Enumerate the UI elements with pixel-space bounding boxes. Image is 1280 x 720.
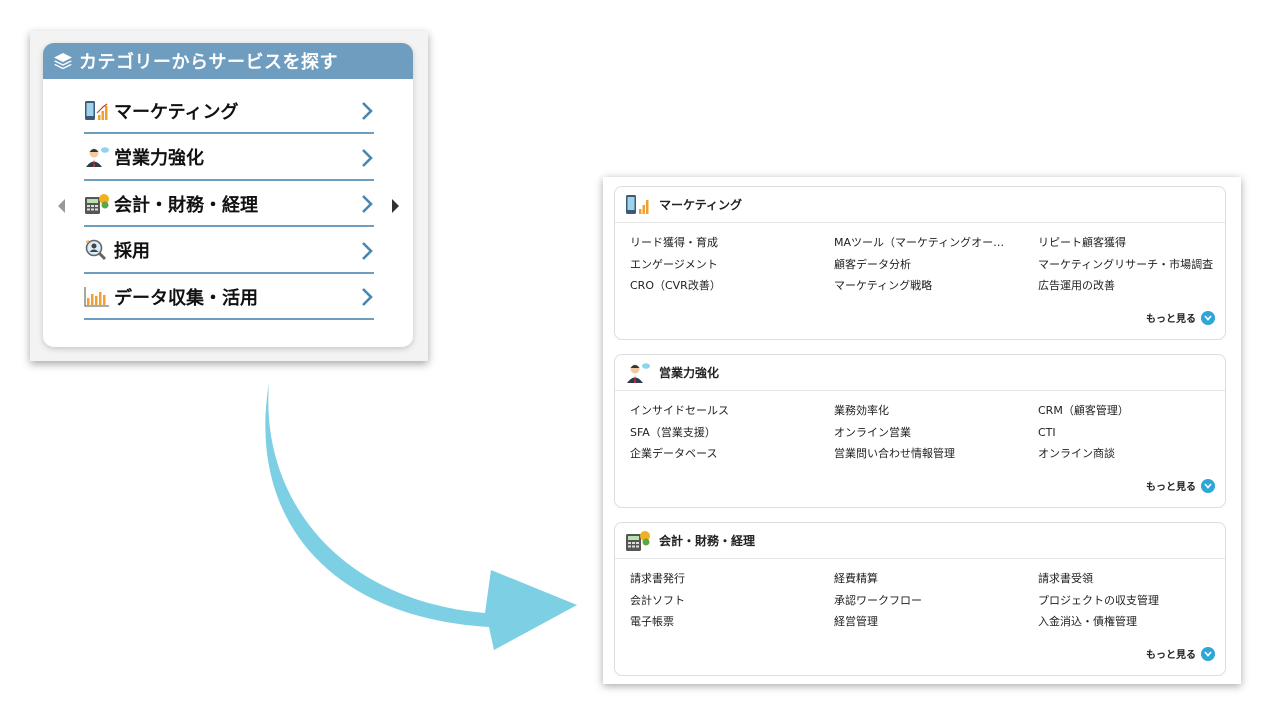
category-link[interactable]: エンゲージメント bbox=[630, 258, 834, 272]
menu-item-marketing[interactable]: マーケティング bbox=[84, 89, 374, 134]
category-header-title: カテゴリーからサービスを探す bbox=[79, 52, 338, 73]
menu-item-label: データ収集・活用 bbox=[114, 287, 258, 309]
category-card: カテゴリーからサービスを探す マーケティング 営業力強化 会計・財務・経理 採用… bbox=[43, 43, 413, 347]
section-header: マーケティング bbox=[615, 187, 1225, 223]
more-button[interactable]: もっと見る bbox=[1146, 646, 1215, 661]
chevron-right-icon bbox=[362, 288, 373, 306]
chevron-right-icon bbox=[362, 148, 373, 167]
section-links: 請求書発行 経費精算 請求書受領 会計ソフト 承認ワークフロー プロジェクトの収… bbox=[630, 572, 1220, 629]
category-link[interactable]: 承認ワークフロー bbox=[834, 594, 1038, 608]
chevron-right-icon bbox=[362, 241, 373, 260]
menu-item-label: 会計・財務・経理 bbox=[114, 194, 258, 216]
category-link[interactable]: 企業データベース bbox=[630, 447, 834, 461]
category-link[interactable]: CRO（CVR改善） bbox=[630, 279, 834, 293]
category-link[interactable]: SFA（営業支援） bbox=[630, 426, 834, 440]
category-link[interactable]: プロジェクトの収支管理 bbox=[1038, 594, 1220, 608]
menu-item-label: 営業力強化 bbox=[114, 148, 204, 169]
menu-item-accounting[interactable]: 会計・財務・経理 bbox=[84, 182, 374, 227]
category-widget: カテゴリーからサービスを探す マーケティング 営業力強化 会計・財務・経理 採用… bbox=[30, 31, 428, 361]
curved-arrow-icon bbox=[265, 383, 577, 650]
section-title: 会計・財務・経理 bbox=[659, 534, 756, 548]
category-link[interactable]: 会計ソフト bbox=[630, 594, 834, 608]
category-link[interactable]: 入金消込・債権管理 bbox=[1038, 615, 1220, 629]
section-marketing: マーケティング リード獲得・育成 MAツール（マーケティングオー… リピート顧客… bbox=[614, 186, 1226, 340]
chevron-right-icon bbox=[362, 195, 373, 213]
carousel-next-icon[interactable] bbox=[391, 198, 400, 214]
menu-item-label: 採用 bbox=[114, 241, 150, 262]
bar-chart-icon bbox=[84, 286, 110, 308]
category-link[interactable]: 請求書受領 bbox=[1038, 572, 1220, 586]
category-link[interactable]: 業務効率化 bbox=[834, 404, 1038, 418]
section-title: マーケティング bbox=[659, 198, 743, 212]
more-label: もっと見る bbox=[1146, 482, 1196, 493]
more-button[interactable]: もっと見る bbox=[1146, 310, 1215, 325]
category-link[interactable]: MAツール（マーケティングオー… bbox=[834, 236, 1038, 250]
category-link[interactable]: 電子帳票 bbox=[630, 615, 834, 629]
chevron-down-icon bbox=[1201, 310, 1215, 325]
magnifier-person-icon bbox=[84, 239, 110, 261]
section-header: 会計・財務・経理 bbox=[615, 523, 1225, 559]
category-menu: マーケティング 営業力強化 会計・財務・経理 採用 データ収集・活用 bbox=[84, 89, 374, 322]
category-link[interactable]: 請求書発行 bbox=[630, 572, 834, 586]
more-label: もっと見る bbox=[1146, 650, 1196, 661]
menu-item-sales[interactable]: 営業力強化 bbox=[84, 136, 374, 181]
menu-item-data[interactable]: データ収集・活用 bbox=[84, 275, 374, 320]
category-link[interactable]: 営業問い合わせ情報管理 bbox=[834, 447, 1038, 461]
phone-chart-icon bbox=[84, 100, 110, 122]
menu-item-recruiting[interactable]: 採用 bbox=[84, 229, 374, 274]
category-link[interactable]: 広告運用の改善 bbox=[1038, 279, 1220, 293]
carousel-prev-icon[interactable] bbox=[57, 198, 66, 214]
more-label: もっと見る bbox=[1146, 314, 1196, 325]
calculator-coin-icon bbox=[625, 529, 651, 553]
section-links: リード獲得・育成 MAツール（マーケティングオー… リピート顧客獲得 エンゲージ… bbox=[630, 236, 1220, 293]
section-header: 営業力強化 bbox=[615, 355, 1225, 391]
chevron-down-icon bbox=[1201, 646, 1215, 661]
phone-chart-icon bbox=[625, 193, 651, 217]
salesperson-icon bbox=[625, 361, 651, 385]
category-header: カテゴリーからサービスを探す bbox=[43, 43, 413, 79]
category-link[interactable]: 経費精算 bbox=[834, 572, 1038, 586]
layers-icon bbox=[54, 53, 72, 70]
calculator-coin-icon bbox=[84, 193, 110, 215]
category-link[interactable]: 経営管理 bbox=[834, 615, 1038, 629]
salesperson-icon bbox=[84, 146, 110, 168]
section-links: インサイドセールス 業務効率化 CRM（顧客管理） SFA（営業支援） オンライ… bbox=[630, 404, 1220, 461]
section-title: 営業力強化 bbox=[659, 366, 720, 380]
category-link[interactable]: マーケティングリサーチ・市場調査 bbox=[1038, 258, 1220, 272]
category-link[interactable]: マーケティング戦略 bbox=[834, 279, 1038, 293]
category-link[interactable]: CRM（顧客管理） bbox=[1038, 404, 1220, 418]
category-link[interactable]: 顧客データ分析 bbox=[834, 258, 1038, 272]
section-sales: 営業力強化 インサイドセールス 業務効率化 CRM（顧客管理） SFA（営業支援… bbox=[614, 354, 1226, 508]
category-link[interactable]: CTI bbox=[1038, 426, 1220, 440]
category-link[interactable]: オンライン営業 bbox=[834, 426, 1038, 440]
category-detail-panel: マーケティング リード獲得・育成 MAツール（マーケティングオー… リピート顧客… bbox=[603, 177, 1241, 684]
chevron-down-icon bbox=[1201, 478, 1215, 493]
chevron-right-icon bbox=[362, 102, 373, 120]
category-link[interactable]: リピート顧客獲得 bbox=[1038, 236, 1220, 250]
more-button[interactable]: もっと見る bbox=[1146, 478, 1215, 493]
category-link[interactable]: リード獲得・育成 bbox=[630, 236, 834, 250]
menu-item-label: マーケティング bbox=[114, 101, 239, 123]
section-accounting: 会計・財務・経理 請求書発行 経費精算 請求書受領 会計ソフト 承認ワークフロー… bbox=[614, 522, 1226, 676]
category-link[interactable]: インサイドセールス bbox=[630, 404, 834, 418]
category-link[interactable]: オンライン商談 bbox=[1038, 447, 1220, 461]
